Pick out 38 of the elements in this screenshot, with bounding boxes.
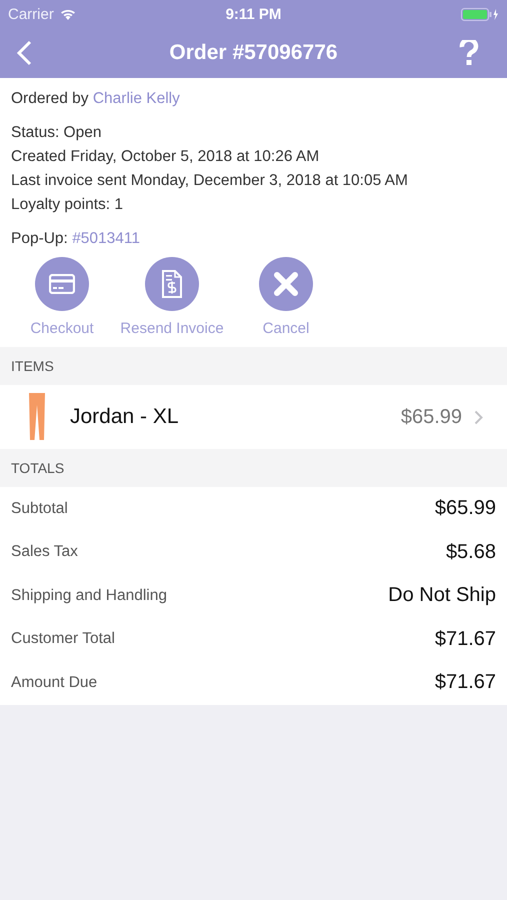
order-title: Order #57096776 — [169, 41, 338, 65]
order-detail: Last invoice sent Monday, December 3, 2018 at 10:05 AM — [11, 171, 409, 191]
item-name: Jordan - XL — [70, 405, 179, 429]
action-button[interactable]: Checkout — [11, 257, 113, 347]
back-icon[interactable] — [16, 40, 32, 66]
order-detail: Status: Open — [11, 123, 102, 143]
leggings-icon — [26, 393, 48, 441]
popup-label: Pop-Up: — [11, 230, 68, 247]
wifi-icon — [60, 8, 76, 20]
battery-icon — [461, 8, 499, 20]
total-label: Amount Due — [11, 674, 98, 692]
invoice-icon — [161, 270, 183, 298]
popup-link[interactable]: #5013411 — [72, 230, 140, 247]
credit-card-icon — [49, 274, 75, 294]
item-row[interactable]: Jordan - XL $65.99 — [0, 385, 507, 449]
total-label: Customer Total — [11, 630, 115, 648]
clock-time: 9:11 PM — [226, 6, 282, 22]
total-label: Sales Tax — [11, 543, 78, 562]
order-detail: Created Friday, October 5, 2018 at 10:26 AM — [11, 147, 320, 167]
total-label: Subtotal — [11, 500, 68, 518]
action-button[interactable]: Resend Invoice — [117, 257, 227, 347]
total-value: $71.67 — [434, 628, 496, 651]
chevron-icon — [474, 410, 483, 424]
help-icon[interactable] — [459, 40, 479, 66]
total-value: $5.68 — [446, 540, 496, 564]
section-header: TOTALS — [0, 449, 507, 487]
action-button[interactable]: Cancel — [231, 257, 341, 347]
close-icon — [273, 271, 299, 297]
total-value: $71.67 — [434, 671, 496, 694]
carrier-name: Carrier — [8, 6, 54, 22]
item-price: $65.99 — [400, 406, 462, 428]
order-detail: Loyalty points: 1 — [11, 195, 124, 215]
total-label: Shipping and Handling — [11, 586, 167, 605]
total-value: $65.99 — [434, 497, 496, 520]
total-value: Do Not Ship — [388, 584, 496, 608]
ordered-by-label: Ordered by — [11, 90, 89, 107]
section-header: ITEMS — [0, 347, 507, 385]
customer-link[interactable]: Charlie Kelly — [92, 90, 180, 107]
